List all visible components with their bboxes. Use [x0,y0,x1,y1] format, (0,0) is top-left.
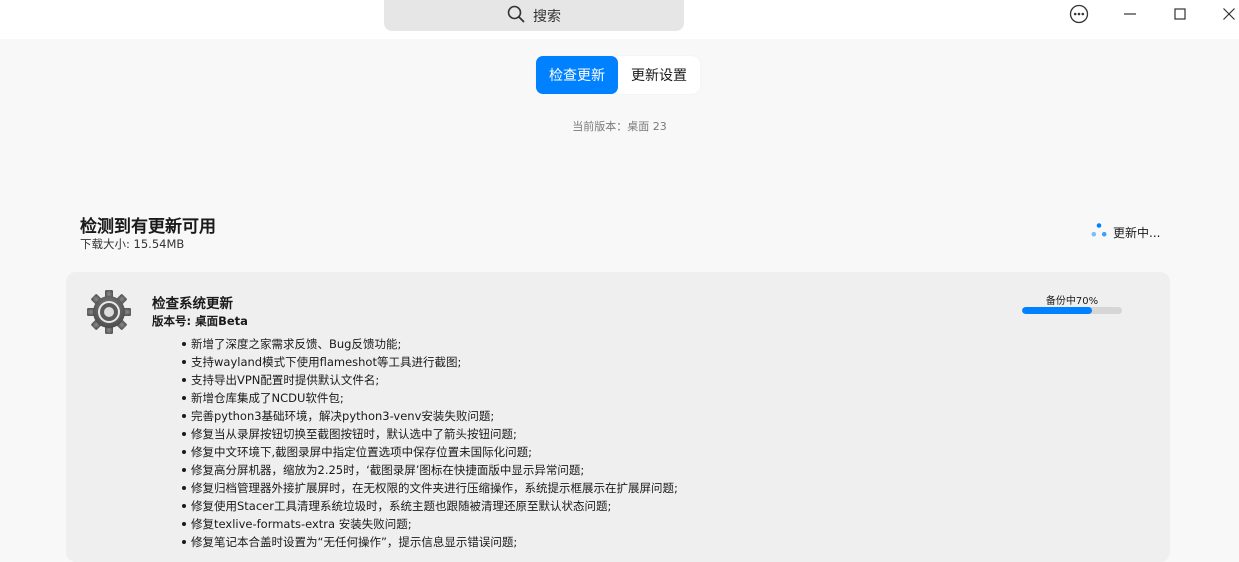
update-available-title: 检测到有更新可用 [80,217,216,237]
changelog-item: 修复当从录屏按钮切换至截图按钮时，默认选中了箭头按钮问题; [182,425,678,443]
system-update-title: 检查系统更新 [152,296,233,312]
updating-status-label: 更新中... [1113,226,1161,240]
updating-status: 更新中... [1090,222,1160,243]
bullet-icon [182,467,186,472]
changelog-item: 新增了深度之家需求反馈、Bug反馈功能; [182,335,678,353]
download-size: 下载大小: 15.54MB [80,237,185,251]
changelog-text: 支持wayland模式下使用flameshot等工具进行截图; [191,355,462,369]
backup-progress-bar [1022,307,1122,314]
changelog-item: 支持导出VPN配置时提供默认文件名; [182,371,678,389]
changelog-text: 新增了深度之家需求反馈、Bug反馈功能; [191,337,402,351]
changelog-item: 修复高分屏机器，缩放为2.25时，‘截图录屏’图标在快捷面版中显示异常问题; [182,461,678,479]
changelog-text: 修复中文环境下,截图录屏中指定位置选项中保存位置未国际化问题; [191,445,533,459]
minimize-icon [1123,6,1137,25]
maximize-button[interactable] [1160,0,1200,31]
changelog-text: 修复使用Stacer工具清理系统垃圾时，系统主题也跟随被清理还原至默认状态问题; [191,499,612,513]
changelog-item: 修复中文环境下,截图录屏中指定位置选项中保存位置未国际化问题; [182,443,678,461]
tab-bar: 检查更新 更新设置 [536,56,700,94]
search-label: 搜索 [533,8,561,25]
more-icon [1069,4,1089,28]
changelog-item: 修复归档管理器外接扩展屏时，在无权限的文件夹进行压缩操作，系统提示框展示在扩展屏… [182,479,678,497]
bullet-icon [182,431,186,436]
changelog-text: 修复当从录屏按钮切换至截图按钮时，默认选中了箭头按钮问题; [191,427,517,441]
backup-progress-label: 备份中70% [1045,296,1099,307]
changelog-text: 修复texlive-formats-extra 安装失败问题; [191,517,412,531]
bullet-icon [182,485,186,490]
search-box[interactable]: 搜索 [384,0,684,31]
bullet-icon [182,449,186,454]
tab-check-update[interactable]: 检查更新 [536,56,618,94]
minimize-button[interactable] [1110,0,1150,31]
close-icon [1222,6,1236,25]
changelog-text: 修复归档管理器外接扩展屏时，在无权限的文件夹进行压缩操作，系统提示框展示在扩展屏… [191,481,678,495]
bullet-icon [182,413,186,418]
close-button[interactable] [1209,0,1239,31]
current-version: 当前版本：桌面 23 [572,120,667,133]
changelog-text: 支持导出VPN配置时提供默认文件名; [191,373,380,387]
loading-spinner-icon [1090,222,1108,243]
changelog-text: 新增仓库集成了NCDU软件包; [191,391,344,405]
changelog-item: 新增仓库集成了NCDU软件包; [182,389,678,407]
changelog-text: 修复笔记本合盖时设置为“无任何操作”，提示信息显示错误问题; [191,535,518,549]
changelog-item: 完善python3基础环境，解决python3-venv安装失败问题; [182,407,678,425]
bullet-icon [182,359,186,364]
changelog-item: 修复texlive-formats-extra 安装失败问题; [182,515,678,533]
changelog-item: 支持wayland模式下使用flameshot等工具进行截图; [182,353,678,371]
changelog-text: 修复高分屏机器，缩放为2.25时，‘截图录屏’图标在快捷面版中显示异常问题; [191,463,585,477]
bullet-icon [182,521,186,526]
maximize-icon [1173,6,1187,25]
title-bar: 搜索 [0,0,1239,39]
changelog-item: 修复使用Stacer工具清理系统垃圾时，系统主题也跟随被清理还原至默认状态问题; [182,497,678,515]
bullet-icon [182,539,186,544]
bullet-icon [182,377,186,382]
gear-icon [86,289,132,335]
search-icon [507,5,525,27]
changelog-text: 完善python3基础环境，解决python3-venv安装失败问题; [191,409,495,423]
bullet-icon [182,395,186,400]
bullet-icon [182,503,186,508]
changelog-item: 修复笔记本合盖时设置为“无任何操作”，提示信息显示错误问题; [182,533,678,551]
system-update-version: 版本号: 桌面Beta [152,314,248,328]
more-options-button[interactable] [1059,0,1099,31]
backup-progress-fill [1022,307,1092,314]
tab-update-settings[interactable]: 更新设置 [618,56,700,94]
changelog-list: 新增了深度之家需求反馈、Bug反馈功能; 支持wayland模式下使用flame… [182,335,678,551]
bullet-icon [182,341,186,346]
